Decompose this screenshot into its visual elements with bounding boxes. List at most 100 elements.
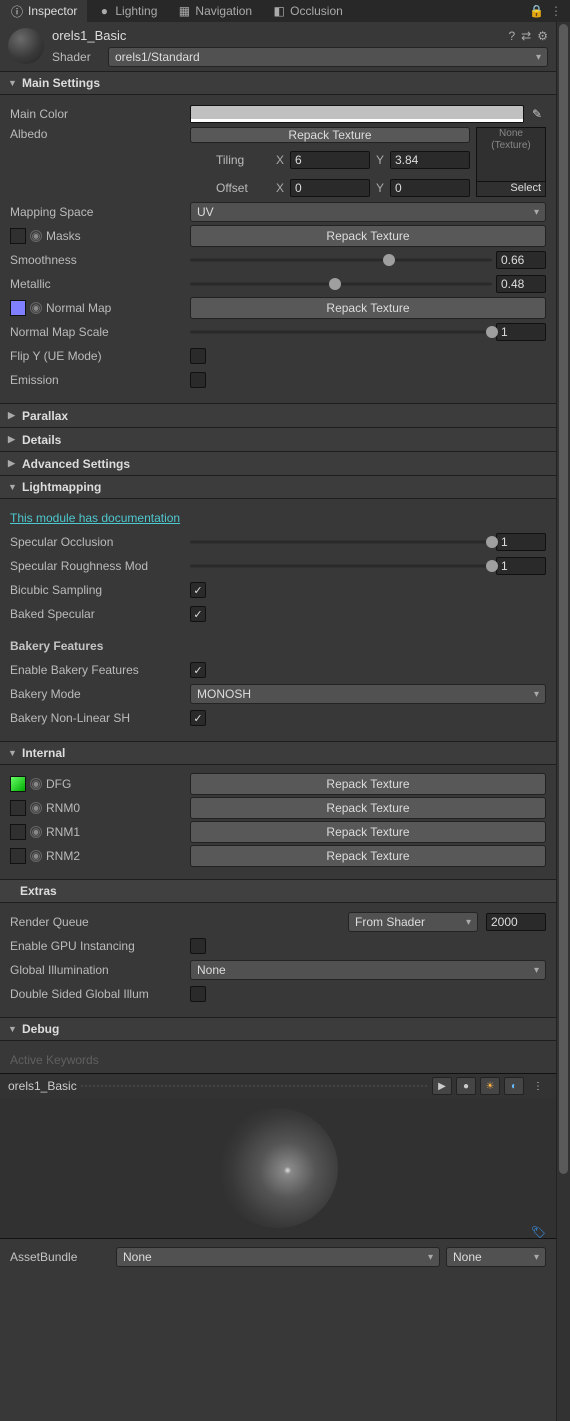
render-queue-label: Render Queue — [10, 915, 190, 929]
section-extras: Extras — [0, 879, 556, 903]
scrollbar[interactable] — [556, 22, 570, 1421]
normal-map-scale-field[interactable]: 1 — [496, 323, 546, 341]
normal-map-scale-slider[interactable] — [190, 323, 492, 341]
albedo-repack-button[interactable]: Repack Texture — [190, 127, 470, 143]
gi-label: Global Illumination — [10, 963, 190, 977]
section-title: Debug — [22, 1022, 59, 1036]
texture-picker-icon[interactable]: ◉ — [30, 826, 42, 838]
bicubic-checkbox[interactable]: ✓ — [190, 582, 206, 598]
offset-x-field[interactable]: 0 — [290, 179, 370, 197]
preview-menu-icon[interactable]: ⋮ — [528, 1077, 548, 1095]
rnm0-swatch[interactable] — [10, 800, 26, 816]
smoothness-slider[interactable] — [190, 251, 492, 269]
material-name: orels1_Basic — [52, 28, 508, 43]
rnm0-repack-button[interactable]: Repack Texture — [190, 797, 546, 819]
normal-map-scale-label: Normal Map Scale — [10, 325, 190, 339]
section-advanced[interactable]: ▶ Advanced Settings — [0, 451, 556, 475]
double-sided-checkbox[interactable] — [190, 986, 206, 1002]
play-icon[interactable]: ▶ — [432, 1077, 452, 1095]
doc-link[interactable]: This module has documentation — [10, 511, 180, 525]
material-header: orels1_Basic ? ⇄ ⚙ Shader orels1/Standar… — [0, 22, 556, 71]
gear-icon[interactable]: ⚙ — [537, 29, 548, 43]
bakery-nlsh-label: Bakery Non-Linear SH — [10, 711, 190, 725]
spec-occ-slider[interactable] — [190, 533, 492, 551]
masks-repack-button[interactable]: Repack Texture — [190, 225, 546, 247]
main-color-field[interactable] — [190, 105, 524, 123]
rnm1-repack-button[interactable]: Repack Texture — [190, 821, 546, 843]
flip-y-checkbox[interactable] — [190, 348, 206, 364]
preview-drag-handle[interactable] — [81, 1085, 428, 1087]
offset-y-field[interactable]: 0 — [390, 179, 470, 197]
tab-occlusion[interactable]: ◧ Occlusion — [262, 0, 353, 22]
lock-icon[interactable]: 🔒 — [529, 4, 544, 18]
texture-picker-icon[interactable]: ◉ — [30, 302, 42, 314]
tab-navigation[interactable]: ▦ Navigation — [167, 0, 262, 22]
masks-label: ◉ Masks — [10, 228, 190, 244]
gi-dropdown[interactable]: None — [190, 960, 546, 980]
section-lightmapping[interactable]: ▼ Lightmapping — [0, 475, 556, 499]
tiling-y-field[interactable]: 3.84 — [390, 151, 470, 169]
bakery-mode-label: Bakery Mode — [10, 687, 190, 701]
double-sided-label: Double Sided Global Illum — [10, 987, 190, 1001]
chevron-right-icon: ▶ — [8, 410, 18, 421]
enable-bakery-checkbox[interactable]: ✓ — [190, 662, 206, 678]
masks-swatch[interactable] — [10, 228, 26, 244]
rnm1-swatch[interactable] — [10, 824, 26, 840]
section-debug[interactable]: ▼ Debug — [0, 1017, 556, 1041]
sphere-icon[interactable]: ● — [456, 1077, 476, 1095]
bakery-nlsh-checkbox[interactable]: ✓ — [190, 710, 206, 726]
texture-picker-icon[interactable]: ◉ — [30, 230, 42, 242]
button-label: Repack Texture — [288, 128, 371, 142]
eyedropper-icon[interactable]: ✎ — [528, 105, 546, 123]
preset-icon[interactable]: ⇄ — [521, 29, 531, 43]
section-main-settings[interactable]: ▼ Main Settings — [0, 71, 556, 95]
gpu-inst-checkbox[interactable] — [190, 938, 206, 954]
rnm2-swatch[interactable] — [10, 848, 26, 864]
dfg-swatch[interactable] — [10, 776, 26, 792]
spec-occ-field[interactable]: 1 — [496, 533, 546, 551]
section-details[interactable]: ▶ Details — [0, 427, 556, 451]
section-title: Internal — [22, 746, 65, 760]
help-icon[interactable]: ? — [508, 29, 515, 43]
spec-rough-slider[interactable] — [190, 557, 492, 575]
albedo-texture-slot[interactable]: None (Texture) Select — [476, 127, 546, 197]
section-parallax[interactable]: ▶ Parallax — [0, 403, 556, 427]
tiling-x-field[interactable]: 6 — [290, 151, 370, 169]
assetbundle-variant-dropdown[interactable]: None — [446, 1247, 546, 1267]
tab-label: Navigation — [195, 4, 252, 18]
texture-select[interactable]: Select — [477, 181, 545, 196]
texture-picker-icon[interactable]: ◉ — [30, 778, 42, 790]
texture-picker-icon[interactable]: ◉ — [30, 802, 42, 814]
tab-lighting[interactable]: ● Lighting — [87, 0, 167, 22]
rnm1-label: ◉ RNM1 — [10, 824, 190, 840]
tab-inspector[interactable]: ⓘ Inspector — [0, 0, 87, 22]
light-icon[interactable]: ☀ — [480, 1077, 500, 1095]
tiling-label: Tiling — [190, 153, 274, 167]
tab-label: Inspector — [28, 4, 77, 18]
baked-spec-checkbox[interactable]: ✓ — [190, 606, 206, 622]
more-icon[interactable]: ⋮ — [550, 4, 562, 18]
emission-checkbox[interactable] — [190, 372, 206, 388]
metallic-field[interactable]: 0.48 — [496, 275, 546, 293]
shader-dropdown[interactable]: orels1/Standard — [108, 47, 548, 67]
tag-icon[interactable]: 🏷 — [531, 1225, 546, 1239]
smoothness-field[interactable]: 0.66 — [496, 251, 546, 269]
spec-rough-field[interactable]: 1 — [496, 557, 546, 575]
section-internal[interactable]: ▼ Internal — [0, 741, 556, 765]
texture-type: (Texture) — [491, 140, 530, 152]
dfg-repack-button[interactable]: Repack Texture — [190, 773, 546, 795]
rnm2-repack-button[interactable]: Repack Texture — [190, 845, 546, 867]
texture-none: None — [499, 128, 523, 140]
texture-picker-icon[interactable]: ◉ — [30, 850, 42, 862]
mapping-space-dropdown[interactable]: UV — [190, 202, 546, 222]
material-preview[interactable] — [0, 1098, 556, 1238]
metallic-slider[interactable] — [190, 275, 492, 293]
sky-icon[interactable]: ◐ — [504, 1077, 524, 1095]
normal-map-swatch[interactable] — [10, 300, 26, 316]
spec-occ-label: Specular Occlusion — [10, 535, 190, 549]
normalmap-repack-button[interactable]: Repack Texture — [190, 297, 546, 319]
render-queue-field[interactable]: 2000 — [486, 913, 546, 931]
render-queue-dropdown[interactable]: From Shader — [348, 912, 478, 932]
assetbundle-dropdown[interactable]: None — [116, 1247, 440, 1267]
bakery-mode-dropdown[interactable]: MONOSH — [190, 684, 546, 704]
